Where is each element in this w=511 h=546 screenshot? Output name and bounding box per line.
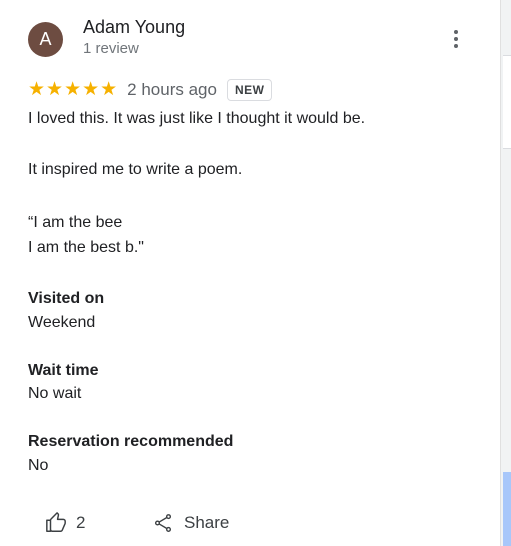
star-rating: ★★★★★ <box>28 79 119 100</box>
share-label: Share <box>184 513 230 532</box>
review-time: 2 hours ago <box>127 80 217 99</box>
like-button[interactable]: 2 <box>45 512 85 534</box>
avatar-initial: A <box>39 29 52 49</box>
author-review-count: 1 review <box>83 40 139 57</box>
like-count: 2 <box>76 513 86 532</box>
side-panel-card <box>503 55 511 149</box>
share-button[interactable]: Share <box>152 512 229 534</box>
visited-on-value: Weekend <box>28 314 96 331</box>
wait-time-value: No wait <box>28 385 82 402</box>
reservation-value: No <box>28 457 49 474</box>
avatar[interactable]: A <box>28 22 63 57</box>
new-badge: NEW <box>226 79 273 101</box>
author-name[interactable]: Adam Young <box>83 17 185 38</box>
review-text-line-2: It inspired me to write a poem. <box>28 161 243 178</box>
reservation-label: Reservation recommended <box>28 433 234 450</box>
visited-on-label: Visited on <box>28 290 105 307</box>
review-text-line-1: I loved this. It was just like I thought… <box>28 110 366 127</box>
side-panel-scroll-highlight[interactable] <box>503 472 511 546</box>
review-text-line-4: I am the best b." <box>28 239 144 256</box>
wait-time-label: Wait time <box>28 362 99 379</box>
share-icon <box>152 512 174 534</box>
rating-row: ★★★★★ 2 hours ago NEW <box>28 78 273 102</box>
thumbs-up-icon <box>45 512 67 534</box>
review-text-line-3: “I am the bee <box>28 214 123 231</box>
more-options-icon[interactable] <box>446 27 466 51</box>
